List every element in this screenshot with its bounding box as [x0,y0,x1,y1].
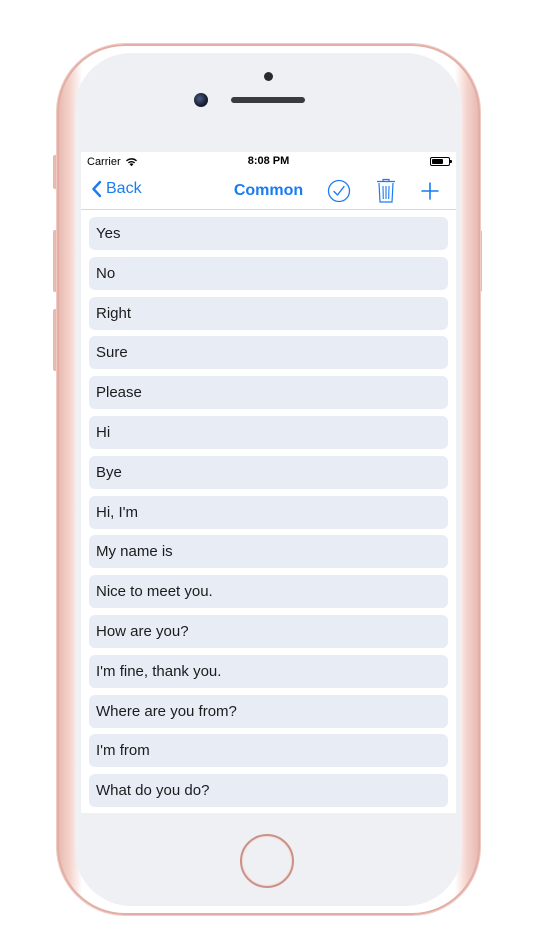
back-button[interactable]: Back [91,180,142,198]
earpiece-speaker [231,97,305,103]
phrase-label: Right [96,304,132,322]
device-frame: Carrier 8:08 PM Back Common Yes No Right… [0,0,534,950]
phrase-label: How are you? [96,622,189,640]
phrase-row[interactable]: Please [89,376,448,410]
phrase-row[interactable]: Right [89,296,448,330]
phrase-label: Yes [96,225,121,242]
chevron-left-icon [92,180,102,198]
plus-icon [421,182,439,200]
proximity-sensor [264,72,273,81]
phrase-row[interactable]: Bye [89,455,448,489]
app-screen: Carrier 8:08 PM Back Common Yes No Right… [81,152,456,813]
phrase-row[interactable]: I'm fine, thank you. [89,654,448,688]
phrase-row[interactable]: Sure [89,336,448,370]
select-button[interactable] [326,178,352,204]
phrase-label: Sure [96,344,128,362]
add-button[interactable] [417,178,443,204]
battery-icon [430,157,452,166]
phrase-label: My name is [96,543,173,561]
phrase-row[interactable]: How are you? [89,614,448,648]
phrase-row[interactable]: Hi, I'm [89,495,448,529]
phrase-row[interactable]: Nice to meet you. [89,575,448,609]
phrase-row[interactable]: No [89,256,448,290]
phrase-row[interactable]: Yes [89,217,448,250]
phrase-label: Where are you from? [96,702,237,720]
phrase-label: Please [96,384,142,402]
battery-tip [450,160,452,163]
phrase-label: Nice to meet you. [96,583,213,601]
delete-button[interactable] [373,178,399,204]
phrase-row[interactable]: Where are you from? [89,694,448,728]
front-camera [194,93,208,107]
phrase-row[interactable]: My name is [89,535,448,569]
battery-level [432,159,444,164]
phrase-label: I'm from [96,742,150,760]
checkmark-circle-icon [327,179,351,203]
phrase-row[interactable]: What do you do? [89,774,448,808]
trash-icon [377,178,395,203]
navigation-bar: Back Common [81,172,456,210]
phrase-list: Yes No Right Sure Please Hi Bye Hi, I'm My name … [89,217,448,813]
phrase-label: Hi, I'm [96,503,139,521]
status-bar: Carrier 8:08 PM [81,152,456,172]
back-label: Back [106,180,142,197]
phrase-label: No [96,264,116,282]
status-time: 8:08 PM [247,155,290,167]
phrase-label: Bye [96,463,122,481]
phrase-label: Hi [96,423,111,441]
phrase-row[interactable]: I'm from [89,734,448,768]
home-button[interactable] [240,834,294,888]
phrase-label: I'm fine, thank you. [96,662,222,680]
phrase-label: What do you do? [96,782,210,800]
phrase-row[interactable]: Hi [89,415,448,449]
